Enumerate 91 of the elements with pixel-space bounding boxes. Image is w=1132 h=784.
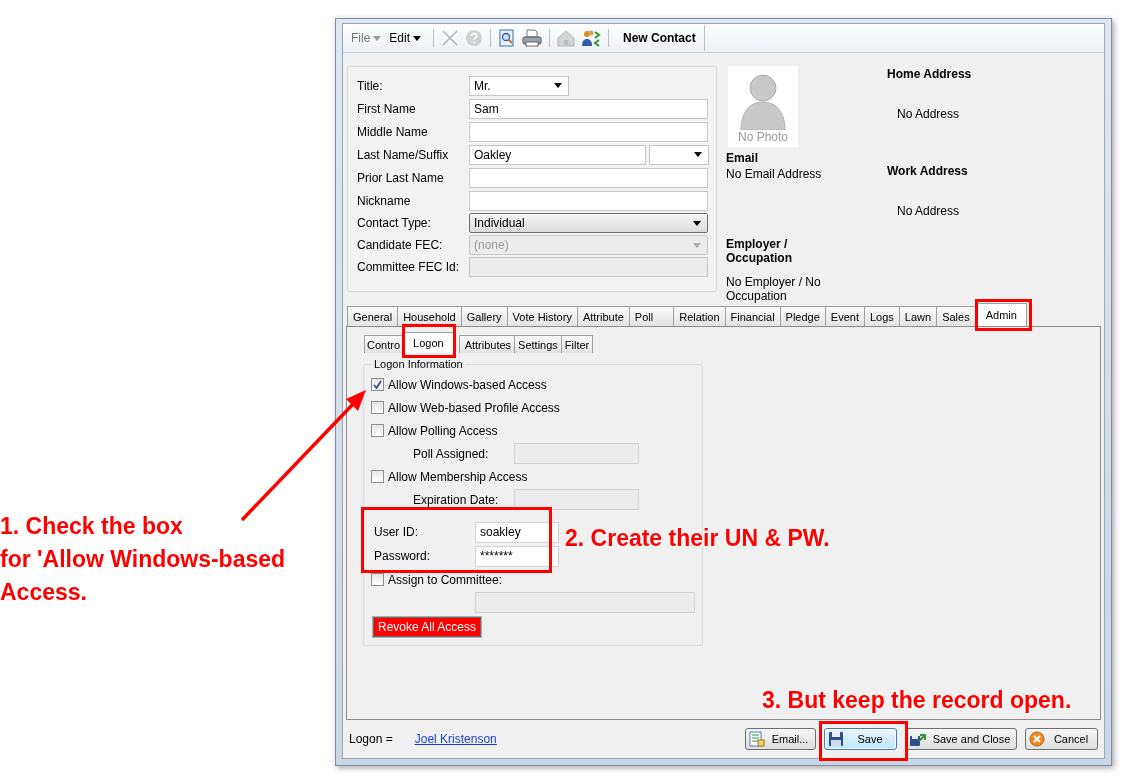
field-label: Contact Type: xyxy=(357,216,432,230)
caret-icon xyxy=(693,220,701,226)
menu-item[interactable]: Edit xyxy=(389,31,422,45)
suffix-dropdown[interactable] xyxy=(649,144,709,165)
tab[interactable]: Financial xyxy=(724,306,781,326)
caret-icon xyxy=(554,83,562,88)
input-field[interactable] xyxy=(469,167,708,188)
highlight-box xyxy=(402,324,456,358)
section-value: No Email Address xyxy=(726,167,823,181)
annotation-text: 1. Check the box for 'Allow Windows-based Access. xyxy=(0,512,287,607)
tab[interactable]: Logs xyxy=(864,306,900,326)
person-silhouette-icon xyxy=(739,72,787,130)
checkbox-label: Allow Windows-based Access xyxy=(388,377,547,392)
section-heading: Employer / Occupation xyxy=(726,237,793,265)
tab[interactable]: General xyxy=(347,306,399,326)
people-arrows-icon[interactable] xyxy=(581,29,602,47)
input-field[interactable]: Sam xyxy=(469,98,708,119)
tab[interactable]: Lawn xyxy=(898,306,938,326)
checkbox-label: Allow Polling Access xyxy=(388,423,498,438)
section-value: No Address xyxy=(897,107,961,121)
checkbox[interactable] xyxy=(371,424,384,437)
photo-caption: No Photo xyxy=(737,130,788,144)
printer-icon[interactable] xyxy=(522,29,543,47)
section-heading: Work Address xyxy=(887,164,969,178)
caret-icon xyxy=(373,35,382,41)
field-label: Poll Assigned: xyxy=(413,446,490,461)
field-label: Candidate FEC: xyxy=(357,238,444,252)
tab[interactable]: Logon xyxy=(402,332,455,353)
checkbox[interactable] xyxy=(371,470,384,483)
tab[interactable]: Household xyxy=(397,306,462,326)
document-lines-icon xyxy=(749,731,765,747)
annotation-text: 2. Create their UN & PW. xyxy=(565,524,830,553)
revoke-button[interactable]: Revoke All Access xyxy=(373,617,482,637)
input-field[interactable] xyxy=(514,489,639,510)
field-label: Committee FEC Id: xyxy=(357,260,461,274)
tab[interactable]: Filter xyxy=(560,335,594,353)
title-dropdown[interactable]: Mr. xyxy=(469,75,569,96)
section-heading: Home Address xyxy=(887,67,973,81)
cancel-icon xyxy=(1029,731,1045,747)
input-field[interactable]: ******* xyxy=(475,545,559,567)
field-label: Password: xyxy=(374,549,432,563)
input-field[interactable] xyxy=(469,190,708,211)
caret-icon xyxy=(693,242,701,248)
checkbox[interactable] xyxy=(371,573,384,586)
field-label: Prior Last Name xyxy=(357,170,445,185)
input-field[interactable]: soakley xyxy=(475,521,559,543)
logon-label: Logon = xyxy=(349,732,393,746)
checkbox-label: Assign to Committee: xyxy=(388,572,503,587)
floppy-arrow-icon xyxy=(909,731,927,747)
tab[interactable]: Attributes xyxy=(458,335,516,353)
field-label: Middle Name xyxy=(357,124,429,139)
input-field[interactable]: Oakley xyxy=(469,144,646,165)
checkbox[interactable] xyxy=(371,401,384,414)
tab[interactable]: Pledge xyxy=(779,306,826,326)
input-field[interactable] xyxy=(469,121,708,142)
checkbox[interactable] xyxy=(371,378,384,391)
caret-icon xyxy=(413,35,422,41)
email-button[interactable]: Email... xyxy=(745,728,816,750)
tab[interactable]: Relation xyxy=(673,306,726,326)
section-value: No Employer / No Occupation xyxy=(726,275,822,303)
tab[interactable]: Gallery xyxy=(460,306,508,326)
magnifier-page-icon[interactable] xyxy=(498,29,517,47)
dropdown[interactable]: Individual xyxy=(469,213,708,233)
caret-icon xyxy=(694,152,702,157)
save-button[interactable]: Save xyxy=(824,728,897,750)
tab[interactable]: Poll xyxy=(628,306,675,326)
user-link[interactable]: Joel Kristenson xyxy=(414,732,497,746)
document-tab[interactable]: New Contact xyxy=(615,25,705,51)
input-field[interactable] xyxy=(514,443,639,464)
checkbox-label: Allow Membership Access xyxy=(388,469,528,484)
cancel-button[interactable]: Cancel xyxy=(1025,728,1098,750)
tab[interactable]: Vote History xyxy=(506,306,578,326)
field-label: Expiration Date: xyxy=(413,492,500,507)
section-heading: Email xyxy=(726,151,759,165)
section-value: No Address xyxy=(897,204,961,218)
checkbox-label: Allow Web-based Profile Access xyxy=(388,400,560,415)
highlight-box xyxy=(975,299,1032,331)
tab[interactable]: Attribute xyxy=(576,306,630,326)
field-label: First Name xyxy=(357,101,417,116)
group-title: Logon Information xyxy=(373,358,464,370)
input-field[interactable] xyxy=(475,592,695,613)
field-label: User ID: xyxy=(374,525,419,539)
tab[interactable]: Settings xyxy=(514,335,562,353)
annotation-text: 3. But keep the record open. xyxy=(762,686,1072,715)
field-label: Title: xyxy=(357,78,384,93)
save-and-close-button[interactable]: Save and Close xyxy=(905,728,1017,750)
tab[interactable]: Sales xyxy=(936,306,976,326)
tab[interactable]: Contro xyxy=(364,335,404,353)
tab[interactable]: Event xyxy=(824,306,865,326)
field-label: Last Name/Suffix xyxy=(357,147,450,162)
field-label: Nickname xyxy=(357,193,412,208)
